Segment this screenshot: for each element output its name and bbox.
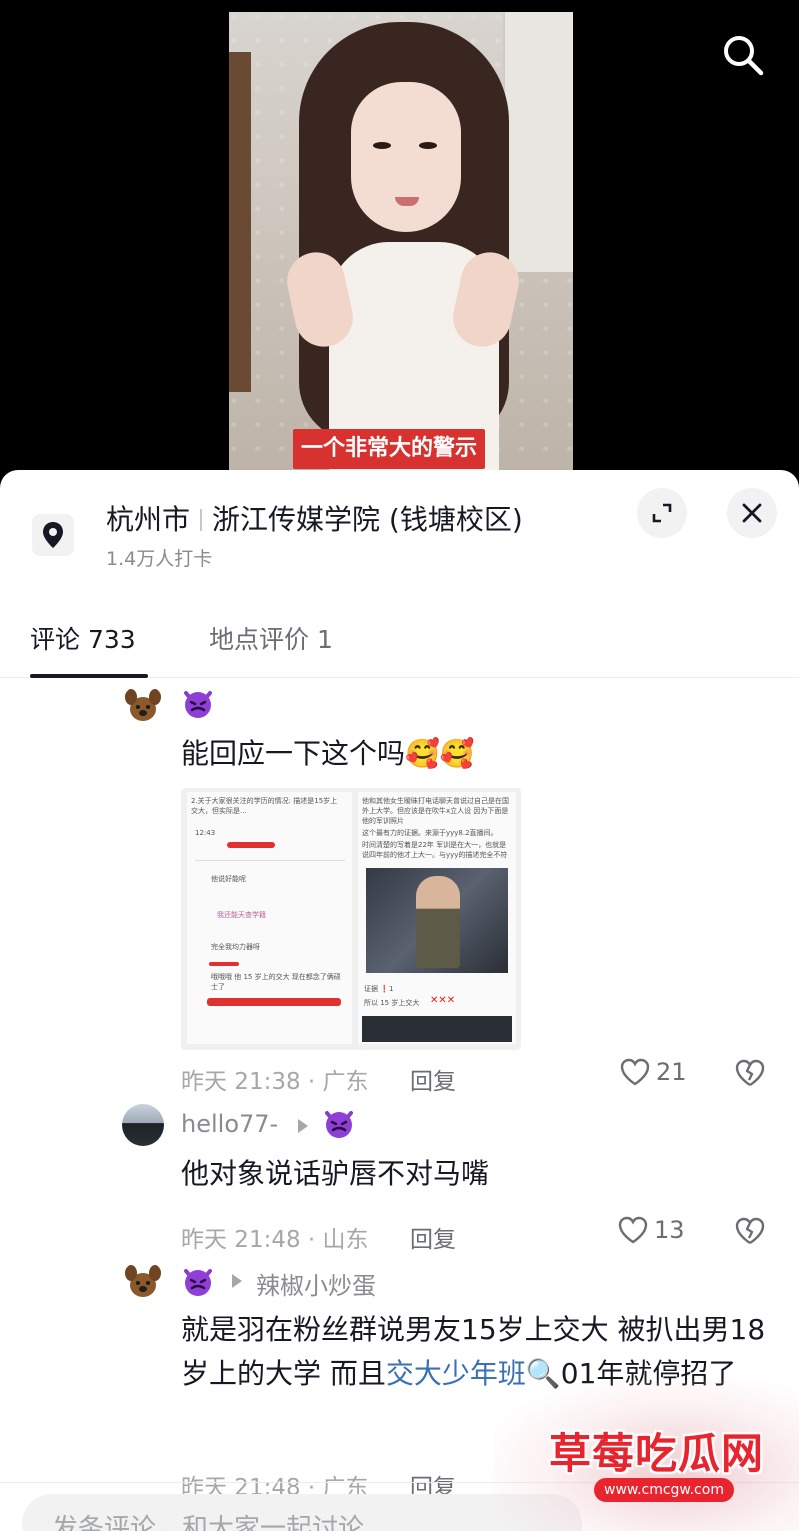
chat-line: 他说好能呢: [211, 875, 246, 883]
shot-footer: [362, 1016, 512, 1042]
location-pin: [32, 514, 74, 556]
devil-emoji-icon: [184, 691, 212, 718]
like-button[interactable]: 21: [620, 1058, 687, 1086]
devil-emoji-icon: [325, 1111, 353, 1138]
dog-avatar-icon: [125, 689, 161, 721]
like-button[interactable]: 13: [618, 1216, 685, 1244]
search-button[interactable]: [718, 30, 768, 80]
location-title[interactable]: 杭州市 浙江传媒学院 (钱塘校区): [106, 498, 523, 538]
avatar[interactable]: [122, 1104, 164, 1146]
like-count: 13: [654, 1216, 685, 1244]
watermark: 草莓吃瓜网 www.cmcgw.com: [494, 1380, 799, 1531]
avatar[interactable]: [122, 684, 164, 726]
like-count: 21: [656, 1058, 687, 1086]
video-player[interactable]: 一个非常大的警示: [0, 0, 799, 480]
video-caption: 一个非常大的警示: [293, 429, 486, 469]
location-city: 杭州市: [106, 503, 191, 536]
close-button[interactable]: [727, 488, 777, 538]
conclusion-label: 所以 15 岁上交大: [364, 999, 420, 1007]
chat-screenshot-left: 2.关于大家很关注的学历的情况: 描述是15岁上交大，但实际是... 12:43…: [187, 792, 352, 1044]
dog-avatar-icon: [125, 1265, 161, 1297]
broken-heart-icon[interactable]: [734, 1059, 766, 1087]
redaction-mark: [209, 962, 239, 966]
comment-time-location: 昨天 21:38 · 广东: [181, 1069, 369, 1095]
expand-button[interactable]: [637, 488, 687, 538]
video-person: [281, 12, 529, 474]
active-tab-indicator: [30, 674, 148, 678]
devil-emoji-icon: [184, 1269, 212, 1296]
comment-text: 能回应一下这个吗🥰🥰: [181, 732, 475, 776]
eye: [419, 142, 437, 149]
red-cross-marks: ✕✕✕: [430, 995, 456, 1006]
tab-bar: 评论 733 地点评价 1: [0, 610, 799, 678]
watermark-url: www.cmcgw.com: [594, 1478, 734, 1502]
location-pin-icon: [43, 522, 63, 548]
avatar[interactable]: [122, 1260, 164, 1302]
redaction-mark: [227, 842, 275, 848]
chat-screenshot-right: 他和其他女生暧昧打电话聊天曾说过自己是在国外上大学。但应该是在吹牛x立人设 因为…: [358, 792, 516, 1044]
shot-left-time: 12:43: [195, 829, 216, 837]
photo-person: [416, 876, 460, 968]
redaction-mark: [207, 998, 341, 1006]
comment-text: 他对象说话驴唇不对马嘴: [181, 1157, 490, 1190]
title-separator: [200, 509, 203, 531]
search-icon: [724, 36, 764, 76]
expand-icon: [652, 503, 672, 523]
tab-place-reviews[interactable]: 地点评价 1: [209, 620, 333, 656]
divider: [195, 860, 345, 861]
shot-right-line: 这个最有力的证据。来源于yyy8.2直播间。: [362, 829, 498, 837]
door: [229, 52, 251, 392]
military-training-photo: [366, 868, 508, 973]
broken-heart-icon[interactable]: [734, 1217, 766, 1245]
reply-to-username[interactable]: 辣椒小炒蛋: [256, 1266, 376, 1301]
location-place: 浙江传媒学院 (钱塘校区): [212, 503, 523, 536]
heart-icon: [620, 1058, 650, 1086]
location-header: 杭州市 浙江传媒学院 (钱塘校区) 1.4万人打卡: [0, 470, 799, 580]
comment-list: 能回应一下这个吗🥰🥰 2.关于大家很关注的学历的情况: 描述是15岁上交大，但实…: [0, 680, 799, 1501]
face: [351, 82, 461, 232]
heart-icon: [618, 1216, 648, 1244]
evidence-label: 证据 ❗1: [364, 985, 394, 993]
shot-right-header: 他和其他女生暧昧打电话聊天曾说过自己是在国外上大学。但应该是在吹牛x立人设 因为…: [362, 797, 509, 825]
reply-button[interactable]: 回复: [410, 1220, 456, 1254]
comment-time-location: 昨天 21:48 · 山东: [181, 1227, 369, 1253]
reply-button[interactable]: 回复: [410, 1062, 456, 1096]
comment-username[interactable]: hello77-: [181, 1110, 278, 1138]
shot-right-line: 时间清楚的写着是22年 军训是在大一，也就是说四年前的他才上大一。与yyy的描述…: [362, 841, 508, 859]
comment-sheet: 杭州市浙江传媒学院 (钱塘校区) 1.4万人打卡 评论 733 地点评价 1: [0, 470, 799, 1531]
comment-input-placeholder: 发条评论，和大家一起讨论: [52, 1514, 365, 1531]
comment-text-content: 能回应一下这个吗: [181, 737, 406, 770]
mouth: [395, 197, 419, 206]
checkin-count: 1.4万人打卡: [106, 548, 213, 570]
close-icon: [742, 503, 762, 523]
video-frame: 一个非常大的警示: [229, 12, 573, 474]
hearts-emoji: 🥰🥰: [405, 737, 475, 770]
chat-line: 我还能天查学籍: [217, 911, 266, 919]
reply-arrow-icon: [232, 1274, 242, 1288]
chat-line: 完全我均力器呀: [211, 943, 260, 951]
comment-image[interactable]: 2.关于大家很关注的学历的情况: 描述是15岁上交大，但实际是... 12:43…: [181, 788, 521, 1050]
shot-left-header: 2.关于大家很关注的学历的情况: 描述是15岁上交大，但实际是...: [191, 797, 338, 815]
watermark-title: 草莓吃瓜网: [549, 1429, 765, 1478]
tab-comments[interactable]: 评论 733: [30, 620, 136, 656]
reply-arrow-icon: [298, 1119, 308, 1133]
eye: [373, 142, 391, 149]
chat-line: 哦哦哦 他 15 岁上的交大 现在都念了俩硕士了: [211, 973, 341, 991]
